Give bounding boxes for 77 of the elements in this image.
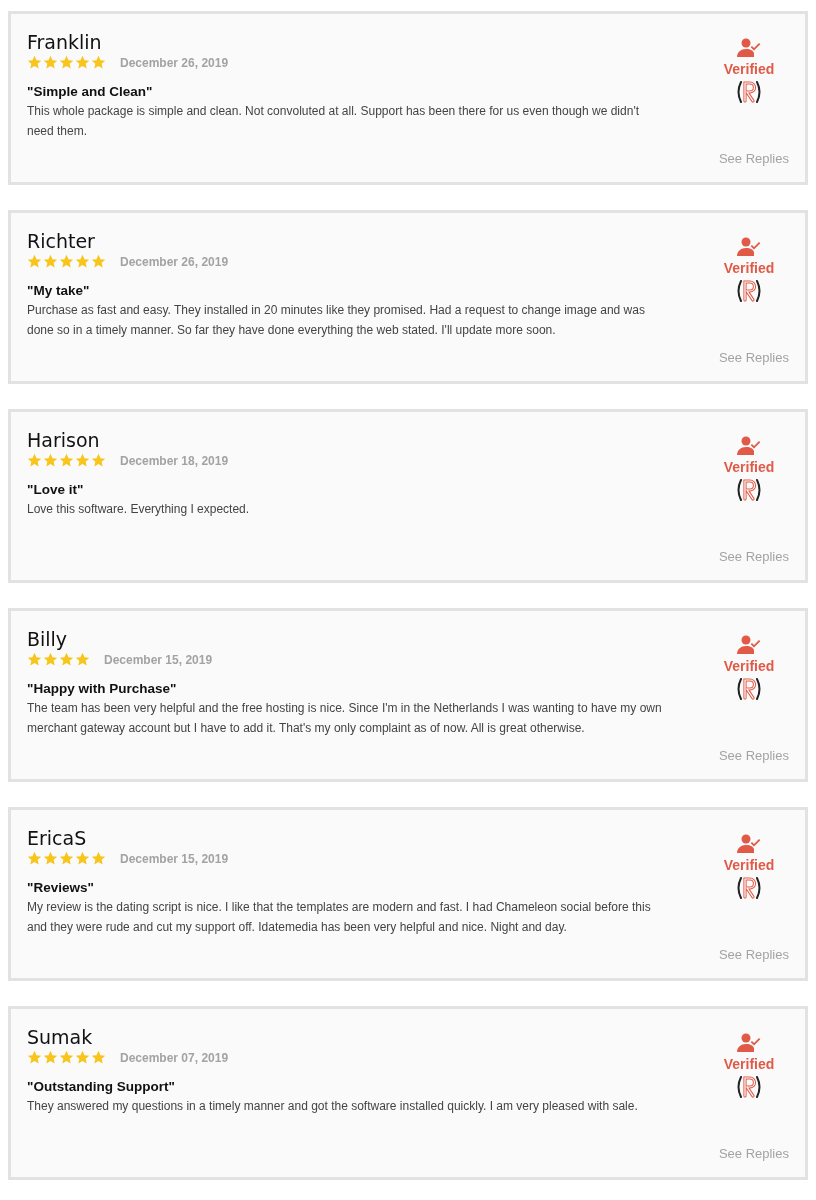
review-title: "Love it" [27,482,85,497]
review-date: December 07, 2019 [120,1050,229,1065]
reviewer-name: Sumak [27,1025,94,1049]
verified-user-icon [737,834,761,854]
star-icon [75,652,90,667]
review-text: Purchase as fast and easy. They installed in 20 minutes like they promised. Had a request to change image and was done so in a timely manner. So far they have done everything the web stated. I'll update more soon. [27,302,646,339]
star-icon [27,652,42,667]
logo-icon [736,79,762,105]
see-replies-link[interactable]: See Replies [718,350,789,365]
verified-user-icon [737,237,761,257]
review-date: December 15, 2019 [120,851,229,866]
star-icon [75,1050,90,1065]
reviewer-name: Billy [27,627,69,651]
star-icon [91,254,106,269]
reviewer-name: EricaS [27,826,88,850]
star-icon [91,851,106,866]
see-replies-link[interactable]: See Replies [718,549,789,564]
star-icon [27,1050,42,1065]
star-icon [91,1050,106,1065]
logo-icon [736,477,762,503]
star-icon [59,1050,74,1065]
verified-user-icon [737,38,761,58]
reviewer-name: Harison [27,428,101,452]
star-icon [27,254,42,269]
review-text: The team has been very helpful and the free hosting is nice. Since I'm in the Netherlands I was wanting to have my own merchant gateway account but I have to add it. That's my only complaint as of now. All is great otherwise. [27,700,663,737]
review-title: "My take" [27,283,91,298]
star-icon [43,1050,58,1065]
verified-label: Verified [723,459,775,475]
verified-label: Verified [723,61,775,77]
review-title: "Happy with Purchase" [27,681,178,696]
star-icon [43,851,58,866]
reviewer-name: Franklin [27,30,103,54]
review-text: My review is the dating script is nice. I like that the templates are modern and fast. I had Chameleon social before this and they were rude and cut my support off. Idatemedia has been very helpful and nice. Night and day. [27,899,652,936]
see-replies-link[interactable]: See Replies [718,151,789,166]
star-icon [59,851,74,866]
star-icon [27,55,42,70]
logo-icon [736,1074,762,1100]
verified-user-icon [737,635,761,655]
star-icon [27,453,42,468]
review-date: December 18, 2019 [120,453,229,468]
verified-label: Verified [723,658,775,674]
verified-label: Verified [723,260,775,276]
verified-label: Verified [723,857,775,873]
review-date: December 26, 2019 [120,254,229,269]
star-icon [43,254,58,269]
review-text: Love this software. Everything I expected. [27,501,251,518]
review-title: "Outstanding Support" [27,1079,176,1094]
star-icon [59,254,74,269]
star-icon [75,851,90,866]
logo-icon [736,875,762,901]
see-replies-link[interactable]: See Replies [718,1146,789,1161]
logo-icon [736,278,762,304]
review-title: "Reviews" [27,880,95,895]
star-icon [91,453,106,468]
star-icon [43,453,58,468]
review-text: They answered my questions in a timely manner and got the software installed quickly. I am very pleased with sale. [27,1098,639,1115]
review-date: December 26, 2019 [120,55,229,70]
see-replies-link[interactable]: See Replies [718,748,789,763]
reviewer-name: Richter [27,229,96,253]
verified-user-icon [737,1033,761,1053]
review-title: "Simple and Clean" [27,84,154,99]
see-replies-link[interactable]: See Replies [718,947,789,962]
verified-label: Verified [723,1056,775,1072]
star-icon [59,55,74,70]
star-icon [91,55,106,70]
star-icon [43,652,58,667]
review-date: December 15, 2019 [104,652,213,667]
logo-icon [736,676,762,702]
star-icon [75,254,90,269]
star-icon [43,55,58,70]
star-icon [59,453,74,468]
star-icon [59,652,74,667]
star-icon [75,453,90,468]
review-text: This whole package is simple and clean. Not convoluted at all. Support has been there for us even though we didn't need them. [27,103,640,140]
verified-user-icon [737,436,761,456]
star-icon [27,851,42,866]
star-icon [75,55,90,70]
